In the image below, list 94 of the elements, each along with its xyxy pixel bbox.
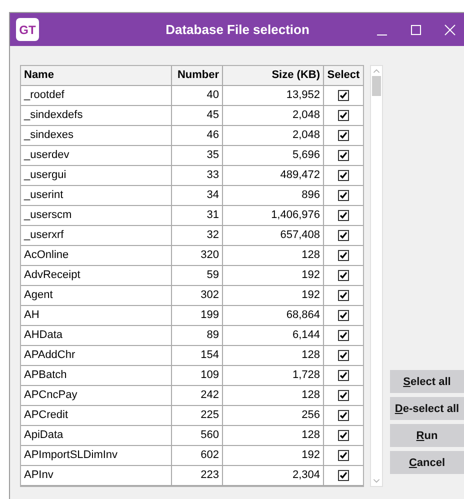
table-cell: ApiData	[21, 426, 172, 445]
table-cell: 32	[172, 226, 223, 245]
table-cell: 40	[172, 86, 223, 105]
table-cell: 109	[172, 366, 223, 385]
table-cell: 242	[172, 386, 223, 405]
table-cell: APBatch	[21, 366, 172, 385]
scroll-thumb[interactable]	[372, 76, 381, 96]
column-header[interactable]: Size (KB)	[223, 66, 324, 85]
table-cell: APCredit	[21, 406, 172, 425]
table-cell: 89	[172, 326, 223, 345]
table-cell: _rootdef	[21, 86, 172, 105]
checkbox[interactable]	[338, 150, 349, 161]
checkbox[interactable]	[338, 190, 349, 201]
table-cell: 128	[223, 346, 324, 365]
table-cell: 896	[223, 186, 324, 205]
table-cell: 5,696	[223, 146, 324, 165]
table-cell: 1,728	[223, 366, 324, 385]
table-cell: 489,472	[223, 166, 324, 185]
table-cell: 192	[223, 446, 324, 465]
table-cell: _userint	[21, 186, 172, 205]
checkbox[interactable]	[338, 270, 349, 281]
maximize-icon[interactable]	[410, 24, 422, 36]
checkbox[interactable]	[338, 470, 349, 481]
table-cell: 6,144	[223, 326, 324, 345]
table-cell: _userdev	[21, 146, 172, 165]
checkbox[interactable]	[338, 430, 349, 441]
checkbox[interactable]	[338, 350, 349, 361]
table-cell: 302	[172, 286, 223, 305]
table-cell: 45	[172, 106, 223, 125]
table-cell: 223	[172, 466, 223, 485]
table-cell: 192	[223, 266, 324, 285]
table-cell: 128	[223, 426, 324, 445]
scrollbar[interactable]	[370, 65, 383, 487]
table-cell: APCncPay	[21, 386, 172, 405]
table-cell: AcOnline	[21, 246, 172, 265]
table-cell: 68,864	[223, 306, 324, 325]
table-cell: 128	[223, 246, 324, 265]
table-cell: 59	[172, 266, 223, 285]
table-cell: 256	[223, 406, 324, 425]
dialog-button[interactable]: Run	[390, 424, 464, 447]
table-cell: Agent	[21, 286, 172, 305]
table-cell: _sindexes	[21, 126, 172, 145]
checkbox[interactable]	[338, 450, 349, 461]
checkbox[interactable]	[338, 170, 349, 181]
table-cell: APAddChr	[21, 346, 172, 365]
table-cell: _sindexdefs	[21, 106, 172, 125]
table-cell: 154	[172, 346, 223, 365]
checkbox[interactable]	[338, 310, 349, 321]
table-cell: 46	[172, 126, 223, 145]
table-cell: 35	[172, 146, 223, 165]
table-cell: APInv	[21, 466, 172, 485]
table-cell: 560	[172, 426, 223, 445]
table-cell: 2,048	[223, 106, 324, 125]
column-header[interactable]: Name	[21, 66, 172, 85]
table-cell: 2,048	[223, 126, 324, 145]
table-cell: 33	[172, 166, 223, 185]
window-title: Database File selection	[164, 22, 310, 37]
table-cell: 192	[223, 286, 324, 305]
checkbox[interactable]	[338, 370, 349, 381]
table-cell: APImportSLDimInv	[21, 446, 172, 465]
table-cell: 34	[172, 186, 223, 205]
table-cell: _usergui	[21, 166, 172, 185]
table-cell: 602	[172, 446, 223, 465]
checkbox[interactable]	[338, 230, 349, 241]
dialog-button[interactable]: Select all	[390, 370, 464, 393]
table-cell: _userxrf	[21, 226, 172, 245]
table-cell: AdvReceipt	[21, 266, 172, 285]
table-cell: 657,408	[223, 226, 324, 245]
table-cell: 320	[172, 246, 223, 265]
checkbox[interactable]	[338, 290, 349, 301]
checkbox[interactable]	[338, 410, 349, 421]
checkbox[interactable]	[338, 330, 349, 341]
app-logo: GT	[16, 18, 39, 41]
close-icon[interactable]	[444, 24, 456, 36]
checkbox[interactable]	[338, 210, 349, 221]
table-cell: 1,406,976	[223, 206, 324, 225]
checkbox[interactable]	[338, 90, 349, 101]
checkbox[interactable]	[338, 110, 349, 121]
column-header[interactable]: Number	[172, 66, 223, 85]
table-cell: AH	[21, 306, 172, 325]
dialog-button[interactable]: Cancel	[390, 451, 464, 474]
table-cell: _userscm	[21, 206, 172, 225]
dialog-button[interactable]: De-select all	[390, 397, 464, 420]
checkbox[interactable]	[338, 250, 349, 261]
column-header[interactable]: Select	[324, 66, 363, 85]
table-cell: 2,304	[223, 466, 324, 485]
table-cell: 199	[172, 306, 223, 325]
table-cell: 225	[172, 406, 223, 425]
table-cell: 128	[223, 386, 324, 405]
checkbox[interactable]	[338, 390, 349, 401]
table-cell: 13,952	[223, 86, 324, 105]
table-cell: AHData	[21, 326, 172, 345]
table-cell: 31	[172, 206, 223, 225]
checkbox[interactable]	[338, 130, 349, 141]
